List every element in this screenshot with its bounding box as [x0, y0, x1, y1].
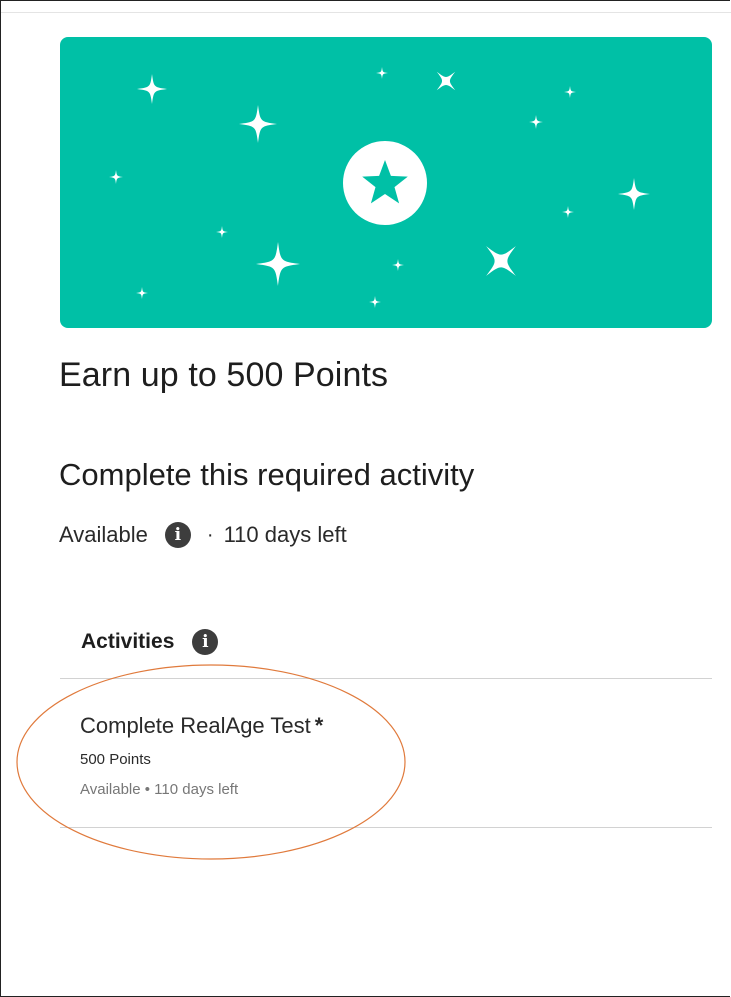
sparkle-icon — [392, 259, 404, 271]
sparkle-icon — [529, 115, 543, 129]
activities-header: Activities i — [81, 625, 219, 659]
info-icon[interactable]: i — [164, 522, 191, 548]
activities-divider-bottom — [60, 827, 712, 828]
sparkle-icon — [369, 296, 381, 308]
activity-title[interactable]: Complete RealAge Test * — [80, 713, 323, 739]
sparkles-illustration — [109, 62, 650, 308]
sparkle-icon — [471, 231, 531, 291]
sparkle-icon — [239, 105, 277, 143]
hero-banner — [60, 37, 712, 328]
days-left-label: 110 days left — [223, 522, 347, 547]
activity-status: Available • 110 days left — [80, 781, 239, 798]
sparkle-icon — [256, 242, 300, 286]
activities-heading: Activities — [81, 630, 175, 653]
availability-status: Available i · 110 days left — [59, 519, 347, 551]
sparkle-icon — [109, 170, 123, 184]
separator-dot: · — [206, 523, 214, 546]
star-badge-icon — [343, 141, 427, 225]
sparkle-icon — [216, 226, 228, 238]
activity-item[interactable]: Complete RealAge Test * 500 Points Availa… — [60, 679, 712, 827]
sparkle-icon — [618, 178, 650, 210]
sparkle-icon — [564, 86, 576, 98]
sparkle-icon — [427, 62, 465, 100]
top-divider — [1, 12, 731, 13]
sparkle-icon — [562, 206, 574, 218]
required-activity-heading: Complete this required activity — [59, 457, 475, 492]
availability-label: Available — [59, 522, 148, 547]
sparkle-icon — [137, 74, 167, 104]
activity-name[interactable]: Complete RealAge Test — [80, 713, 311, 738]
sparkle-icon — [136, 287, 148, 299]
activity-points: 500 Points — [80, 751, 151, 768]
required-marker: * — [314, 713, 324, 738]
page-title: Earn up to 500 Points — [59, 356, 389, 394]
info-icon[interactable]: i — [192, 629, 219, 655]
sparkle-icon — [376, 67, 388, 79]
